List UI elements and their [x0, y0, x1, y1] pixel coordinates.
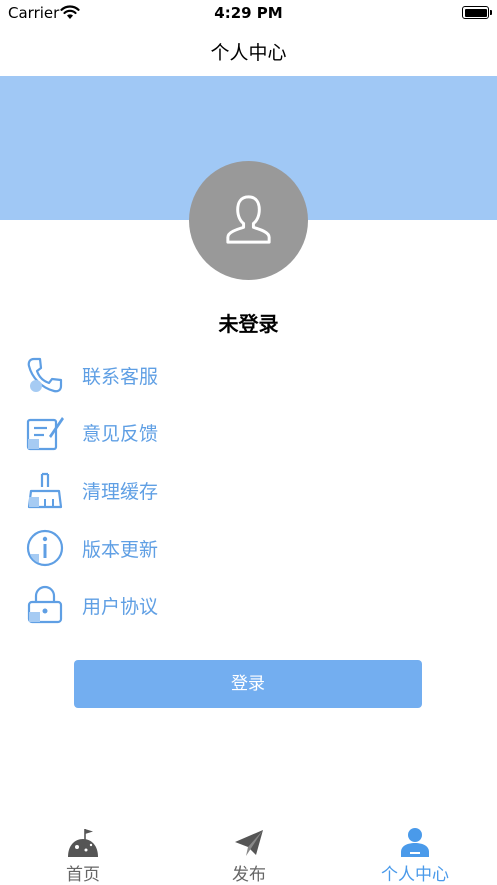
menu-item-label: 用户协议 — [82, 596, 159, 618]
tab-profile[interactable]: 个人中心 — [332, 823, 497, 885]
battery-icon — [462, 6, 492, 19]
feedback-icon — [26, 417, 64, 451]
clock: 4:29 PM — [214, 4, 283, 22]
page-title: 个人中心 — [210, 42, 287, 64]
avatar[interactable] — [189, 161, 308, 280]
tab-publish[interactable]: 发布 — [166, 823, 332, 885]
menu-item-clear-cache[interactable]: 清理缓存 — [25, 463, 465, 513]
tab-bar: 首页 发布 个人中心 — [0, 823, 497, 885]
menu-item-feedback[interactable]: 意见反馈 — [25, 405, 465, 455]
send-icon — [235, 830, 263, 856]
menu-item-label: 意见反馈 — [82, 423, 159, 445]
menu-item-label: 清理缓存 — [82, 481, 159, 503]
info-icon — [26, 529, 64, 567]
lock-icon — [27, 585, 63, 624]
status-bar: Carrier 4:29 PM — [0, 0, 497, 26]
phone-icon — [27, 357, 63, 393]
tab-label: 发布 — [232, 865, 266, 885]
tab-label: 个人中心 — [381, 865, 449, 885]
menu-item-version-update[interactable]: 版本更新 — [25, 521, 465, 571]
login-button[interactable]: 登录 — [74, 660, 422, 708]
nav-bar: 个人中心 — [0, 26, 497, 76]
user-icon — [226, 195, 271, 244]
menu-item-user-agreement[interactable]: 用户协议 — [25, 578, 465, 628]
person-icon — [401, 828, 429, 857]
menu-item-label: 联系客服 — [82, 366, 159, 388]
login-status-label: 未登录 — [218, 312, 279, 336]
menu-item-contact-support[interactable]: 联系客服 — [25, 348, 465, 398]
home-icon — [68, 829, 98, 857]
tab-label: 首页 — [66, 865, 100, 885]
tab-home[interactable]: 首页 — [0, 823, 166, 885]
menu-item-label: 版本更新 — [82, 539, 159, 561]
brush-icon — [27, 472, 63, 509]
